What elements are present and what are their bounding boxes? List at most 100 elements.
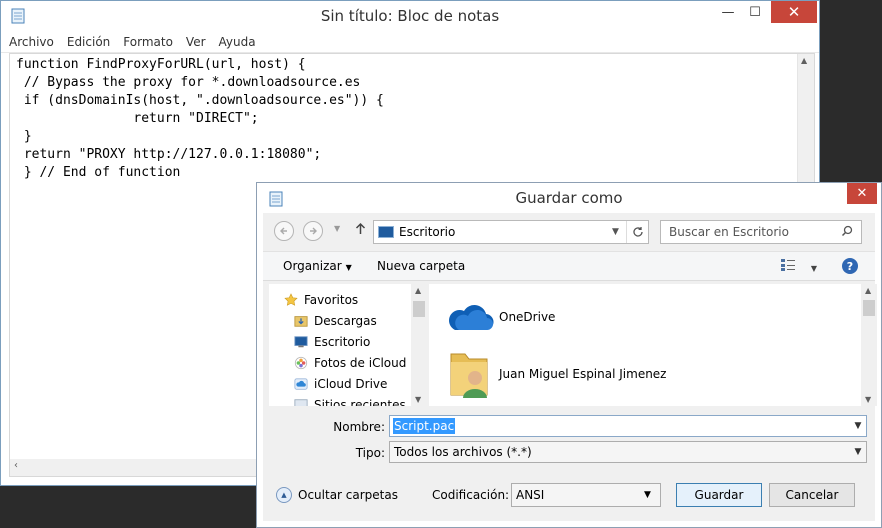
scroll-up-icon[interactable]: ▲ <box>415 286 421 295</box>
code-line: return "DIRECT"; <box>16 111 259 126</box>
chevron-down-icon: ▼ <box>810 264 817 273</box>
editor-text[interactable]: function FindProxyForURL(url, host) { //… <box>10 54 814 182</box>
chevron-down-icon[interactable]: ▼ <box>850 447 866 457</box>
nav-item-sitios-recientes[interactable]: Sitios recientes <box>293 395 406 406</box>
menu-bar: Archivo Edición Formato Ver Ayuda <box>1 31 819 53</box>
save-button[interactable]: Guardar <box>676 483 762 507</box>
maximize-button[interactable]: ☐ <box>741 1 769 23</box>
up-one-level-button[interactable] <box>355 222 366 239</box>
hide-folders-button[interactable]: ▲ Ocultar carpetas <box>276 487 398 503</box>
nav-item-label: Descargas <box>314 314 377 328</box>
notepad-title: Sin título: Bloc de notas <box>320 7 500 25</box>
menu-edicion[interactable]: Edición <box>67 35 110 49</box>
menu-formato[interactable]: Formato <box>123 35 173 49</box>
desktop-icon <box>294 336 308 348</box>
filename-value[interactable]: Script.pac <box>393 418 456 434</box>
chevron-down-icon[interactable]: ▼ <box>644 490 660 500</box>
dialog-titlebar: Guardar como ✕ <box>257 183 881 213</box>
nav-item-label: iCloud Drive <box>314 377 388 391</box>
menu-ver[interactable]: Ver <box>186 35 206 49</box>
arrow-left-icon <box>280 227 287 235</box>
dialog-body: ▼ Escritorio ▼ Buscar en Escritorio Orga… <box>263 213 877 521</box>
organize-button[interactable]: Organizar ▼ <box>283 259 352 273</box>
photos-icon <box>294 356 308 370</box>
list-item-label: OneDrive <box>499 310 556 324</box>
new-folder-button[interactable]: Nueva carpeta <box>377 259 465 273</box>
encoding-value: ANSI <box>516 488 545 502</box>
navigation-bar: ▼ Escritorio ▼ Buscar en Escritorio <box>263 219 875 245</box>
nav-item-favoritos[interactable]: Favoritos <box>283 290 358 310</box>
file-list: OneDrive Juan Miguel Espinal Jimenez ▲ ▼ <box>429 284 877 406</box>
search-box[interactable]: Buscar en Escritorio <box>660 220 862 244</box>
code-line: // Bypass the proxy for *.downloadsource… <box>16 75 361 90</box>
encoding-label: Codificación: <box>432 488 510 502</box>
nav-item-label: Escritorio <box>314 335 371 349</box>
minimize-button[interactable]: — <box>714 1 742 23</box>
onedrive-icon <box>448 305 494 331</box>
downloads-folder-icon <box>294 316 308 327</box>
scroll-left-icon[interactable]: ‹ <box>14 460 18 471</box>
user-folder-icon <box>450 353 488 398</box>
dialog-close-button[interactable]: ✕ <box>847 183 877 204</box>
cancel-button[interactable]: Cancelar <box>769 483 855 507</box>
list-item-user-folder[interactable]: Juan Miguel Espinal Jimenez <box>445 348 666 400</box>
search-placeholder[interactable]: Buscar en Escritorio <box>661 225 841 239</box>
filetype-select[interactable]: Todos los archivos (*.*) ▼ <box>389 441 867 463</box>
hide-folders-label: Ocultar carpetas <box>298 488 398 502</box>
filename-input[interactable]: Script.pac ▼ <box>389 415 867 437</box>
help-icon[interactable]: ? <box>842 258 858 274</box>
chevron-down-icon: ▼ <box>345 263 352 272</box>
encoding-select[interactable]: ANSI ▼ <box>511 483 661 507</box>
change-view-button[interactable]: ▼ <box>781 259 817 274</box>
save-as-dialog: Guardar como ✕ ▼ Escritorio ▼ Buscar en … <box>256 182 882 528</box>
back-button[interactable] <box>274 221 294 241</box>
code-line: } <box>16 129 32 144</box>
scroll-down-icon[interactable]: ▼ <box>415 395 421 404</box>
nav-item-descargas[interactable]: Descargas <box>293 311 377 331</box>
dialog-title: Guardar como <box>515 189 623 207</box>
organize-label: Organizar <box>283 259 342 273</box>
nav-item-label: Favoritos <box>304 293 359 307</box>
refresh-button[interactable] <box>626 221 648 243</box>
dialog-toolbar: Organizar ▼ Nueva carpeta ▼ ? <box>263 251 875 281</box>
view-list-icon <box>781 259 795 271</box>
filetype-label: Tipo: <box>355 446 385 460</box>
scroll-thumb[interactable] <box>413 301 425 317</box>
chevron-down-icon[interactable]: ▼ <box>850 421 866 431</box>
forward-button[interactable] <box>303 221 323 241</box>
scroll-down-icon[interactable]: ▼ <box>865 395 871 404</box>
star-icon <box>284 293 298 306</box>
nav-item-label: Sitios recientes <box>314 398 406 406</box>
scroll-up-icon[interactable]: ▲ <box>801 56 807 65</box>
dialog-footer: ▲ Ocultar carpetas Codificación: ANSI ▼ … <box>263 471 875 521</box>
arrow-up-icon <box>355 222 366 234</box>
list-item-onedrive[interactable]: OneDrive <box>445 302 555 332</box>
nav-item-escritorio[interactable]: Escritorio <box>293 332 370 352</box>
address-text: Escritorio <box>399 225 456 239</box>
list-item-label: Juan Miguel Espinal Jimenez <box>499 367 667 381</box>
nav-pane-scrollbar[interactable]: ▲ ▼ <box>411 284 427 406</box>
chevron-down-icon[interactable]: ▼ <box>612 227 626 237</box>
scroll-thumb[interactable] <box>863 300 875 316</box>
menu-ayuda[interactable]: Ayuda <box>219 35 256 49</box>
nav-item-icloud-drive[interactable]: iCloud Drive <box>293 374 387 394</box>
nav-item-fotos-icloud[interactable]: Fotos de iCloud <box>293 353 406 373</box>
code-line: if (dnsDomainIs(host, ".downloadsource.e… <box>16 93 384 108</box>
filename-label: Nombre: <box>333 420 385 434</box>
desktop-icon <box>378 226 394 238</box>
recent-places-icon <box>294 399 308 406</box>
search-icon[interactable] <box>841 225 861 240</box>
nav-item-label: Fotos de iCloud <box>314 356 407 370</box>
menu-archivo[interactable]: Archivo <box>9 35 54 49</box>
notepad-titlebar: Sin título: Bloc de notas — ☐ ✕ <box>1 1 819 31</box>
cloud-icon <box>294 378 308 390</box>
scroll-up-icon[interactable]: ▲ <box>865 286 871 295</box>
file-list-scrollbar[interactable]: ▲ ▼ <box>861 284 877 406</box>
refresh-icon <box>632 227 643 237</box>
recent-locations-icon[interactable]: ▼ <box>334 224 340 233</box>
code-line: } // End of function <box>16 165 181 180</box>
address-bar[interactable]: Escritorio ▼ <box>373 220 649 244</box>
arrow-right-icon <box>310 227 317 235</box>
close-button[interactable]: ✕ <box>771 1 817 23</box>
filetype-value: Todos los archivos (*.*) <box>394 445 532 459</box>
